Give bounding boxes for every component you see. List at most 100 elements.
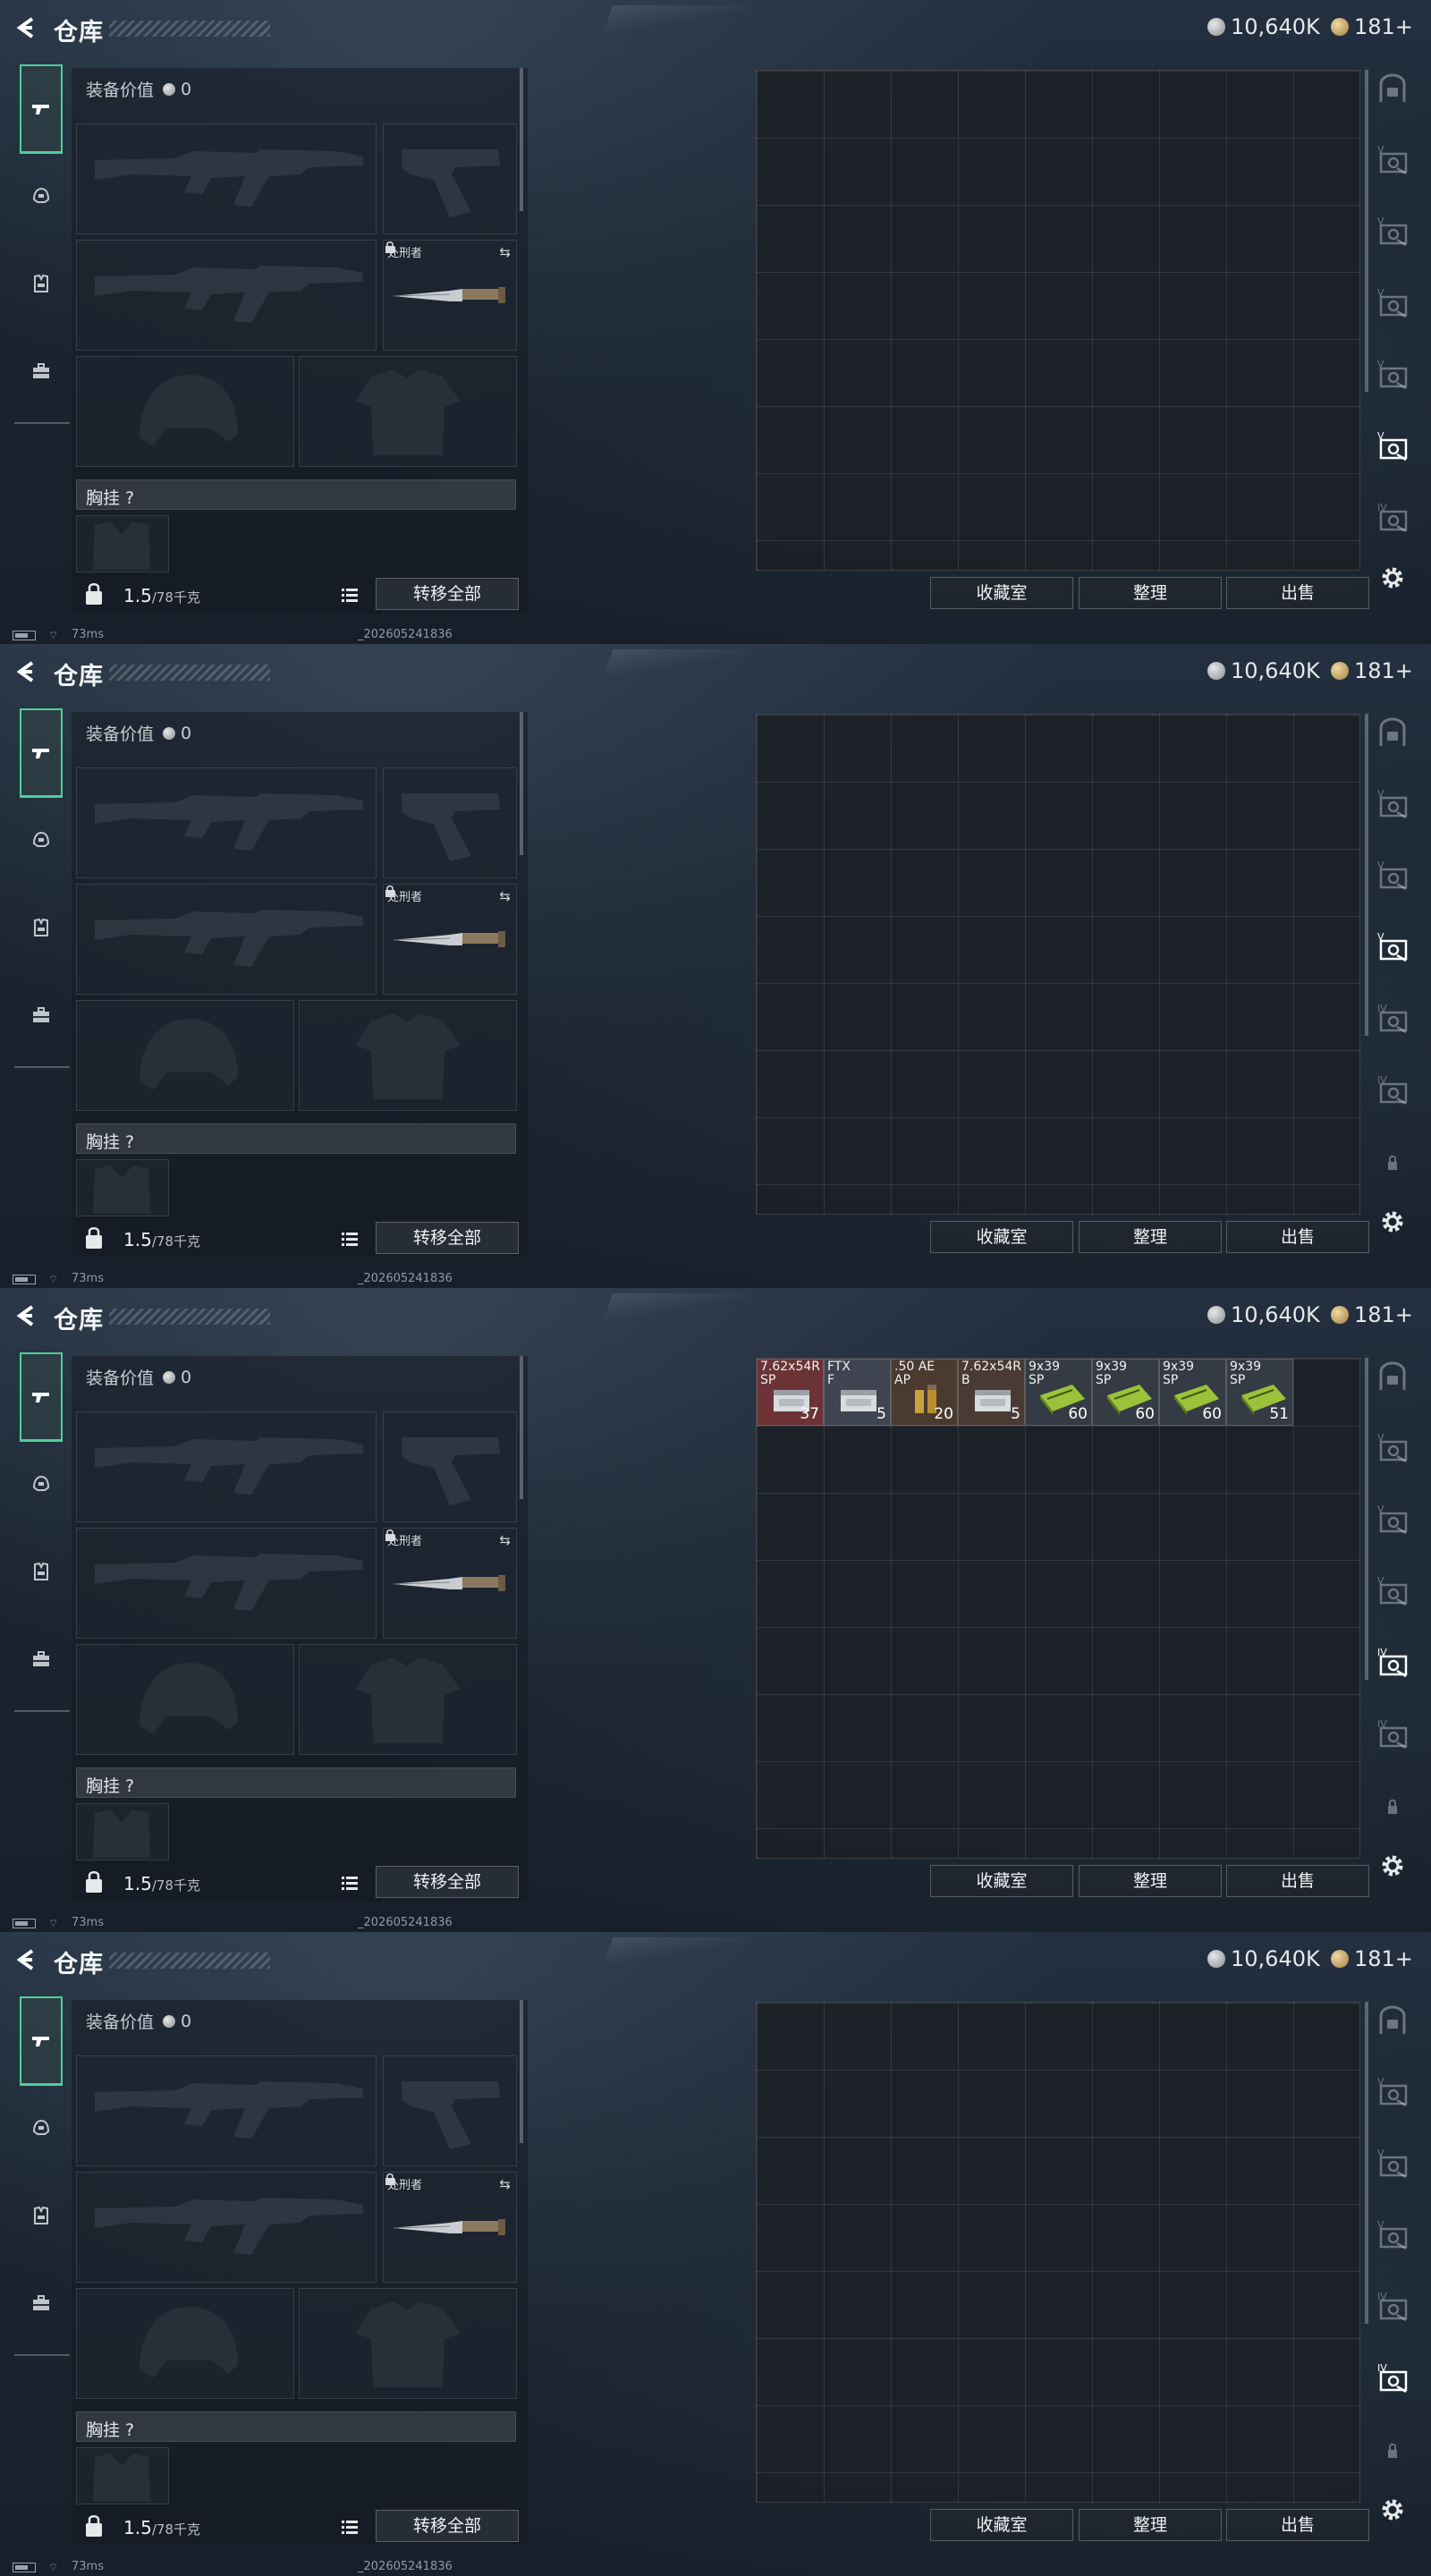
primary-weapon-slot[interactable] [76,123,377,234]
rail-iv-icon[interactable]: IV [1374,499,1411,537]
rail-v-icon[interactable]: V [1374,1572,1411,1610]
tab-vest[interactable] [20,261,63,306]
rail-iv-icon[interactable]: IV [1374,2288,1411,2326]
sort-button[interactable]: 整理 [1079,2509,1222,2541]
chest-rig-slot[interactable] [76,2447,169,2504]
sort-button[interactable]: 整理 [1079,577,1222,609]
storage-item[interactable]: 9x39 SP 60 [1025,1359,1092,1426]
gear-icon[interactable] [1378,564,1407,592]
swap-icon[interactable]: ⇆ [499,1532,511,1548]
rail-v-icon[interactable]: V [1374,428,1411,465]
helmet-slot[interactable] [76,356,294,467]
armor-slot[interactable] [299,1644,517,1755]
armor-slot[interactable] [299,356,517,467]
back-icon[interactable] [13,1302,39,1329]
rail-v-icon[interactable]: V [1374,857,1411,894]
tab-vest[interactable] [20,2193,63,2238]
equipment-scrollbar[interactable] [520,1356,523,1499]
rail-iv-icon[interactable]: IV [1374,1000,1411,1038]
armor-slot[interactable] [299,2288,517,2399]
storage-item[interactable]: 9x39 SP 60 [1159,1359,1226,1426]
storage-scrollbar[interactable] [1365,1358,1368,1680]
tab-helmet[interactable] [20,2106,63,2150]
back-icon[interactable] [13,1946,39,1973]
sell-button[interactable]: 出售 [1226,577,1369,609]
transfer-all-button[interactable]: 转移全部 [376,578,519,610]
collection-room-button[interactable]: 收藏室 [930,2509,1073,2541]
pistol-slot[interactable] [383,1411,517,1522]
storage-item[interactable]: 9x39 SP 51 [1226,1359,1293,1426]
collection-room-button[interactable]: 收藏室 [930,1221,1073,1253]
equipment-scrollbar[interactable] [520,2000,523,2143]
rail-iv-icon[interactable]: IV [1374,1644,1411,1682]
chest-rig-header[interactable]: 胸挂 ? [76,1767,516,1798]
gold-currency[interactable]: 181+ [1331,14,1413,39]
secondary-weapon-slot[interactable] [76,884,377,995]
rail-iv-icon[interactable]: IV [1374,2360,1411,2397]
list-icon[interactable] [340,1873,360,1893]
gear-icon[interactable] [1378,1852,1407,1880]
rail-safe-icon[interactable] [1374,70,1411,107]
tab-weapons[interactable] [20,64,63,154]
tab-case[interactable] [20,349,63,394]
sell-button[interactable]: 出售 [1226,2509,1369,2541]
tab-helmet[interactable] [20,818,63,862]
secondary-weapon-slot[interactable] [76,240,377,351]
tab-case[interactable] [20,993,63,1038]
primary-weapon-slot[interactable] [76,1411,377,1522]
storage-grid[interactable] [756,70,1360,571]
swap-icon[interactable]: ⇆ [499,244,511,260]
sell-button[interactable]: 出售 [1226,1221,1369,1253]
tab-weapons[interactable] [20,1996,63,2086]
tab-vest[interactable] [20,905,63,950]
secondary-weapon-slot[interactable] [76,2172,377,2283]
tab-weapons[interactable] [20,1352,63,1442]
collection-room-button[interactable]: 收藏室 [930,577,1073,609]
chest-rig-slot[interactable] [76,1803,169,1860]
sort-button[interactable]: 整理 [1079,1865,1222,1897]
pistol-slot[interactable] [383,2055,517,2166]
primary-weapon-slot[interactable] [76,2055,377,2166]
gear-icon[interactable] [1378,1208,1407,1236]
storage-item[interactable]: 7.62x54R B 5 [958,1359,1025,1426]
rail-lock-icon[interactable] [1374,2431,1411,2469]
rail-v-icon[interactable]: V [1374,1429,1411,1467]
transfer-all-button[interactable]: 转移全部 [376,2510,519,2542]
rail-lock-icon[interactable] [1374,1143,1411,1181]
primary-weapon-slot[interactable] [76,767,377,878]
storage-item[interactable]: 7.62x54R SP 37 [757,1359,824,1426]
pistol-slot[interactable] [383,123,517,234]
storage-item[interactable]: 9x39 SP 60 [1092,1359,1159,1426]
tab-case[interactable] [20,1637,63,1682]
rail-v-icon[interactable]: V [1374,785,1411,823]
sort-button[interactable]: 整理 [1079,1221,1222,1253]
sell-button[interactable]: 出售 [1226,1865,1369,1897]
rail-iv-icon[interactable]: IV [1374,1072,1411,1109]
storage-item[interactable]: FTX F 5 [824,1359,891,1426]
melee-slot[interactable]: 处刑者 ⇆ [383,884,517,995]
armor-slot[interactable] [299,1000,517,1111]
rail-v-icon[interactable]: V [1374,2073,1411,2111]
transfer-all-button[interactable]: 转移全部 [376,1866,519,1898]
secondary-weapon-slot[interactable] [76,1528,377,1639]
storage-scrollbar[interactable] [1365,2002,1368,2324]
rail-safe-icon[interactable] [1374,2002,1411,2039]
list-icon[interactable] [340,1229,360,1249]
back-icon[interactable] [13,658,39,685]
gold-currency[interactable]: 181+ [1331,1946,1413,1971]
gold-currency[interactable]: 181+ [1331,1302,1413,1327]
tab-weapons[interactable] [20,708,63,798]
storage-grid[interactable]: 7.62x54R SP 37 FTX F 5 .50 AE AP 20 7.62x54R B… [756,1358,1360,1859]
chest-rig-header[interactable]: 胸挂 ? [76,1123,516,1154]
equipment-scrollbar[interactable] [520,712,523,855]
rail-v-icon[interactable]: V [1374,928,1411,966]
equipment-scrollbar[interactable] [520,68,523,211]
rail-v-icon[interactable]: V [1374,1501,1411,1538]
tab-helmet[interactable] [20,174,63,218]
collection-room-button[interactable]: 收藏室 [930,1865,1073,1897]
tab-case[interactable] [20,2281,63,2326]
rail-iv-icon[interactable]: IV [1374,1716,1411,1753]
helmet-slot[interactable] [76,2288,294,2399]
chest-rig-header[interactable]: 胸挂 ? [76,2411,516,2442]
chest-rig-slot[interactable] [76,515,169,572]
